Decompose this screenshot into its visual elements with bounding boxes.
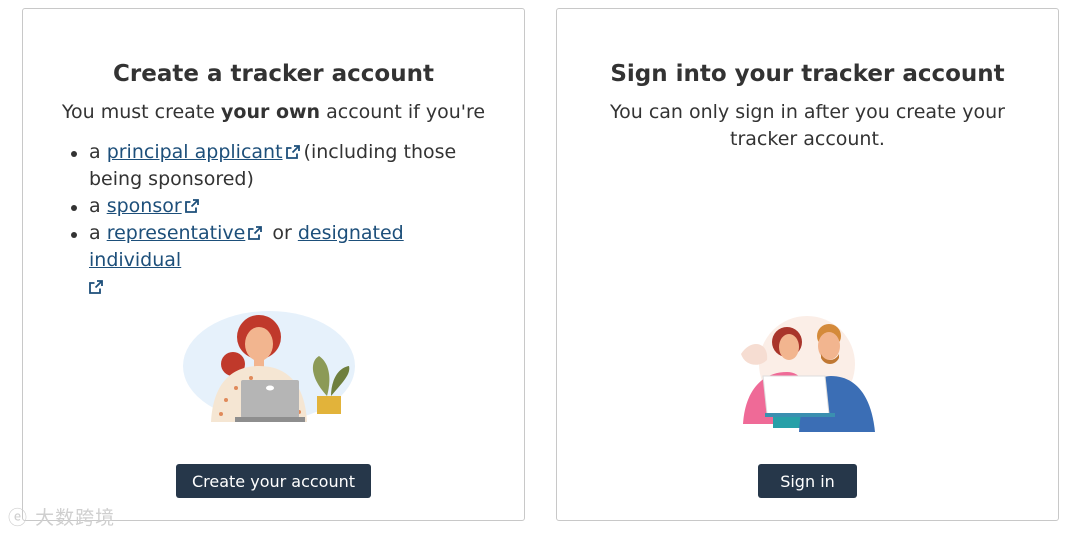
watermark-logo-icon: ⓔ [8, 507, 29, 529]
external-link-icon [248, 226, 263, 240]
sign-in-title: Sign into your tracker account [610, 61, 1005, 87]
watermark-text: 大数跨境 [35, 507, 116, 529]
principal-applicant-link[interactable]: principal applicant [107, 141, 283, 163]
list-item-prefix: a [89, 222, 107, 244]
create-account-intro: You must create your own account if you'… [23, 99, 524, 126]
sign-in-card: Sign into your tracker account You can o… [556, 8, 1059, 521]
sponsor-link[interactable]: sponsor [107, 195, 182, 217]
create-account-title: Create a tracker account [113, 61, 434, 87]
list-item-sponsor: a sponsor [71, 193, 489, 220]
bullet-dot [71, 232, 77, 238]
list-item-representative: a representative or designated individua… [71, 220, 489, 301]
create-account-button[interactable]: Create your account [176, 464, 371, 498]
intro-text-post: account if you're [320, 101, 486, 123]
representative-link[interactable]: representative [107, 222, 246, 244]
list-item-middle: or [266, 222, 298, 244]
external-link-icon [89, 280, 103, 294]
bullet-dot [71, 205, 77, 211]
bullet-dot [71, 151, 77, 157]
sign-in-subtitle: You can only sign in after you create yo… [610, 101, 1005, 150]
list-item-prefix: a [89, 195, 107, 217]
create-account-card: Create a tracker account You must create… [22, 8, 525, 521]
sign-in-button[interactable]: Sign in [758, 464, 857, 498]
external-link-icon [184, 199, 199, 213]
woman-laptop-illustration [181, 304, 366, 429]
intro-text-bold: your own [221, 101, 321, 123]
external-link-icon [285, 145, 300, 159]
watermark: ⓔ 大数跨境 [8, 503, 115, 530]
list-item-prefix: a [89, 141, 107, 163]
account-type-list: a principal applicant (including those be… [71, 139, 489, 301]
intro-text-pre: You must create [61, 101, 221, 123]
list-item-principal-applicant: a principal applicant (including those be… [71, 139, 489, 193]
couple-laptop-illustration [733, 314, 883, 434]
